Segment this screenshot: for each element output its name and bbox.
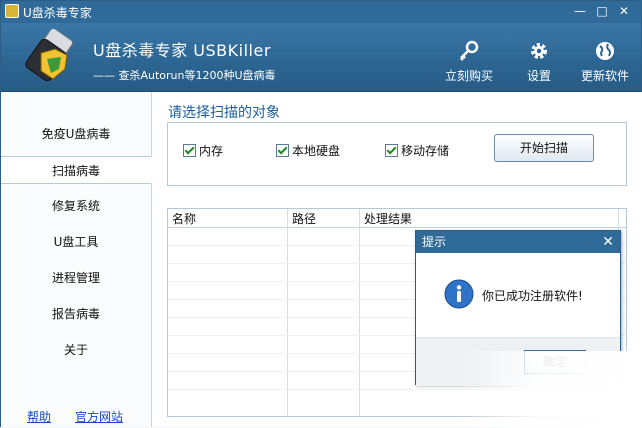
memory-checkbox[interactable]: 内存 (183, 142, 223, 158)
section-title: 请选择扫描的对象 (168, 105, 280, 121)
window-title: U盘杀毒专家 (23, 6, 92, 20)
table-header: 名称 路径 处理结果 (168, 209, 626, 228)
column-name[interactable]: 名称 (172, 210, 196, 227)
app-shield-icon (5, 4, 19, 18)
title-bar: U盘杀毒专家 — □ ✕ (1, 1, 641, 23)
checkbox-checked-icon (276, 144, 289, 157)
info-icon (444, 279, 474, 309)
column-path[interactable]: 路径 (292, 210, 316, 227)
checkbox-checked-icon (183, 144, 196, 157)
settings-label: 设置 (526, 69, 551, 83)
sidebar: 免疫U盘病毒 扫描病毒 修复系统 U盘工具 进程管理 报告病毒 关于 帮助 官方… (1, 92, 152, 427)
dialog-close-button[interactable]: ✕ (602, 231, 614, 253)
column-divider (287, 209, 288, 416)
gear-icon (531, 43, 547, 59)
sidebar-item-processes[interactable]: 进程管理 (1, 264, 151, 292)
watermark-fade (461, 351, 642, 428)
memory-checkbox-label: 内存 (199, 144, 224, 158)
globe-icon (596, 42, 614, 60)
local-disk-checkbox-label: 本地硬盘 (292, 144, 341, 158)
checkbox-checked-icon (385, 144, 398, 157)
sidebar-item-usb-tools[interactable]: U盘工具 (1, 228, 151, 256)
sidebar-item-repair[interactable]: 修复系统 (1, 192, 151, 220)
update-label: 更新软件 (580, 69, 629, 83)
sidebar-item-about[interactable]: 关于 (1, 336, 151, 364)
maximize-button[interactable]: □ (593, 3, 611, 19)
sidebar-item-scan[interactable]: 扫描病毒 (1, 156, 152, 184)
column-result[interactable]: 处理结果 (364, 210, 412, 227)
dialog-message: 你已成功注册软件! (482, 289, 583, 303)
app-brand: U盘杀毒专家 USBKiller (93, 41, 271, 60)
start-scan-button[interactable]: 开始扫描 (494, 134, 594, 162)
website-link[interactable]: 官方网站 (75, 408, 123, 425)
app-window: U盘杀毒专家 — □ ✕ U盘杀毒专家 USBKiller —— 查杀Autor… (0, 0, 642, 428)
buy-now-label: 立刻购买 (444, 69, 493, 83)
update-button[interactable]: 更新软件 (573, 39, 637, 84)
header-banner: U盘杀毒专家 USBKiller —— 查杀Autorun等1200种U盘病毒 … (1, 23, 641, 92)
column-divider (359, 209, 360, 416)
local-disk-checkbox[interactable]: 本地硬盘 (276, 142, 340, 158)
key-icon (460, 40, 479, 61)
buy-now-button[interactable]: 立刻购买 (437, 39, 501, 84)
removable-storage-checkbox[interactable]: 移动存储 (385, 142, 449, 158)
settings-button[interactable]: 设置 (507, 39, 571, 84)
dialog-title-bar: 提示 ✕ (416, 231, 620, 253)
dialog-body: 你已成功注册软件! (416, 253, 620, 337)
dialog-title: 提示 (422, 235, 447, 249)
app-subtitle: —— 查杀Autorun等1200种U盘病毒 (93, 69, 276, 82)
sidebar-item-report[interactable]: 报告病毒 (1, 300, 151, 328)
help-link[interactable]: 帮助 (27, 408, 51, 425)
usb-shield-logo-icon (25, 29, 74, 82)
close-button[interactable]: ✕ (615, 3, 633, 19)
minimize-button[interactable]: — (571, 3, 589, 19)
removable-storage-checkbox-label: 移动存储 (401, 144, 450, 158)
sidebar-item-immunize[interactable]: 免疫U盘病毒 (1, 120, 151, 148)
